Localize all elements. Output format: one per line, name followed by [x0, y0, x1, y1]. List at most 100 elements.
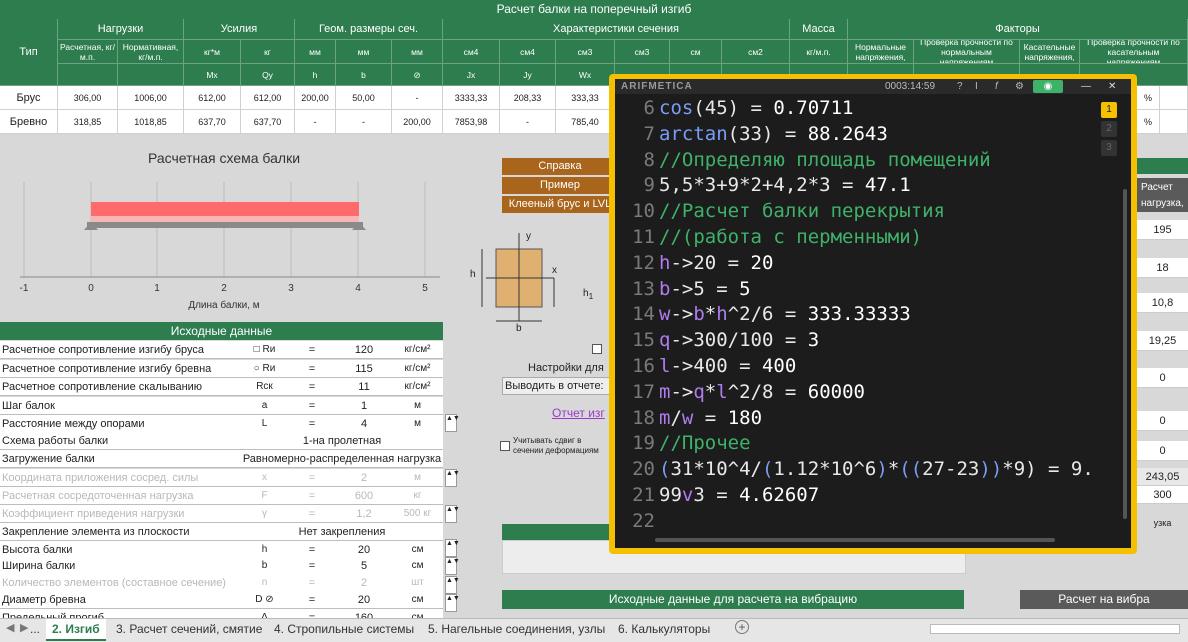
- window-title: Расчет балки на поперечный изгиб: [0, 0, 1188, 19]
- shear-checkbox[interactable]: [500, 441, 510, 451]
- scheme-title: Расчетная схема балки: [147, 150, 301, 166]
- height-spinner[interactable]: ▲▼: [445, 539, 460, 557]
- code-line[interactable]: 12 h->20 = 20: [615, 250, 773, 276]
- input-row-1-value[interactable]: 115: [336, 359, 392, 378]
- diam-spinner[interactable]: ▲▼: [445, 594, 460, 612]
- page-1-button[interactable]: 1: [1101, 102, 1117, 118]
- section-b-label: b: [516, 323, 522, 334]
- code-line[interactable]: 11//(работа с перменными): [615, 224, 922, 250]
- calculator-editor[interactable]: 6 cos(45) = 0.70711 7 arctan(33) = 88.2643 8…: [615, 95, 1095, 535]
- code-line[interactable]: 13 b->5 = 5: [615, 276, 750, 302]
- page-3-button[interactable]: 3: [1101, 140, 1117, 156]
- cursor-icon[interactable]: I: [975, 79, 978, 94]
- scheme-row-select[interactable]: 1-на пролетная: [241, 432, 443, 450]
- sheet-tab-3[interactable]: 4. Стропильные системы: [268, 619, 420, 641]
- code-line[interactable]: 6 cos(45) = 0.70711: [615, 95, 854, 121]
- disabled-row-1-value[interactable]: 600: [336, 487, 392, 505]
- input-row-2-value[interactable]: 11: [336, 378, 392, 396]
- sheet-scrollbar[interactable]: [930, 624, 1180, 634]
- code-line[interactable]: 9 5,5*3+9*2+4,2*3 = 47.1: [615, 172, 911, 198]
- disabled-row-2-symbol: γ: [241, 505, 288, 523]
- settings-icon[interactable]: ⚙: [1015, 79, 1024, 94]
- input-row-0-label: Расчетное сопротивление изгибу бруса: [0, 341, 241, 359]
- sheet-tab-5[interactable]: 6. Калькуляторы: [612, 619, 716, 641]
- input-row-1-label: Расчетное сопротивление изгибу бревна: [0, 359, 241, 378]
- code-token: 180: [727, 406, 763, 429]
- horizontal-scrollbar[interactable]: [655, 538, 1055, 542]
- middle-green-bar: [502, 524, 609, 540]
- disabled-row-2-value[interactable]: 1,2: [336, 505, 392, 523]
- span-spinner[interactable]: ▲▼: [445, 414, 460, 432]
- sub-header-14: Нормальные напряжения,: [848, 40, 914, 64]
- table-cell: -: [336, 110, 392, 134]
- function-icon[interactable]: f: [995, 79, 998, 94]
- sub-header-11: см: [670, 40, 722, 64]
- fix-row-select[interactable]: Нет закрепления: [241, 523, 443, 541]
- code-token: 3: [807, 329, 820, 352]
- force-spinner[interactable]: ▲▼: [445, 469, 460, 487]
- load-row-select[interactable]: Равномерно-распределенная нагрузка: [241, 450, 443, 468]
- input-row-3-value[interactable]: 1: [336, 396, 392, 415]
- code-line[interactable]: 8//Определяю площадь помещений: [615, 147, 991, 173]
- code-line[interactable]: 14 w->b*h^2/6 = 333.33333: [615, 301, 911, 327]
- code-line[interactable]: 21 99v3 = 4.62607: [615, 482, 819, 508]
- code-line[interactable]: 18 m/w = 180: [615, 405, 762, 431]
- width-spinner[interactable]: ▲▼: [445, 557, 460, 575]
- report-output-select[interactable]: Выводить в отчете:: [502, 377, 610, 395]
- code-line[interactable]: 19//Прочее: [615, 430, 750, 456]
- line-number: 14: [632, 303, 655, 326]
- help-icon[interactable]: ?: [957, 79, 963, 94]
- width-row-symbol: b: [241, 557, 288, 575]
- disabled-row-2-label: Коэффициент приведения нагрузки: [0, 505, 241, 523]
- example-button[interactable]: Пример: [502, 177, 618, 194]
- calculator-time: 0003:14:59: [885, 81, 936, 92]
- code-token: 60000: [807, 380, 865, 403]
- close-icon[interactable]: ✕: [1108, 79, 1116, 94]
- tab-nav-left[interactable]: ◀: [6, 621, 14, 634]
- code-line[interactable]: 7 arctan(33) = 88.2643: [615, 121, 888, 147]
- width-row-value[interactable]: 5: [336, 557, 392, 575]
- code-line[interactable]: 10//Расчет балки перекрытия: [615, 198, 945, 224]
- code-token: ^2/8 =: [727, 380, 808, 403]
- record-icon[interactable]: ◉: [1033, 80, 1063, 93]
- unit-header-1: [118, 64, 184, 86]
- sheet-tab-1[interactable]: 2. Изгиб: [46, 619, 106, 641]
- help-button[interactable]: Справка: [502, 158, 618, 175]
- sheet-tab-0[interactable]: ...: [24, 619, 46, 641]
- code-line[interactable]: 22: [615, 508, 659, 534]
- vertical-scrollbar[interactable]: [1123, 189, 1127, 519]
- option-checkbox[interactable]: [592, 344, 602, 354]
- load-row-label: Загружение балки: [0, 450, 241, 468]
- glued-beam-button[interactable]: Клееный брус и LVL: [502, 196, 618, 213]
- code-line[interactable]: 17 m->q*l^2/8 = 60000: [615, 379, 865, 405]
- scheme-tick-label: 3: [288, 283, 294, 294]
- minimize-icon[interactable]: —: [1081, 79, 1091, 94]
- code-line[interactable]: 16 l->400 = 400: [615, 353, 796, 379]
- calculator-window[interactable]: ARIFMETICA 0003:14:59 ? I f ⚙ ◉ — ✕ 6 cos…: [615, 79, 1131, 548]
- disabled-row-0-value[interactable]: 2: [336, 469, 392, 487]
- code-line[interactable]: 20 (31*10^4/(1.12*10^6)*((27-23))*9) = 9.: [615, 456, 1094, 482]
- code-line[interactable]: 15 q->300/100 = 3: [615, 327, 819, 353]
- calculator-titlebar[interactable]: ARIFMETICA 0003:14:59 ? I f ⚙ ◉ — ✕: [615, 79, 1131, 94]
- add-sheet-icon[interactable]: +: [735, 620, 749, 634]
- sheet-tab-2[interactable]: 3. Расчет сечений, смятие: [110, 619, 268, 641]
- scheme-tick-label: -1: [20, 283, 29, 294]
- sub-header-5: мм: [336, 40, 392, 64]
- disabled-row-0-symbol: x: [241, 469, 288, 487]
- sub-header-6: мм: [392, 40, 443, 64]
- page-2-button[interactable]: 2: [1101, 121, 1117, 137]
- coef-spinner[interactable]: ▲▼: [445, 505, 460, 523]
- count-row-value[interactable]: 2: [336, 574, 392, 592]
- count-spinner[interactable]: ▲▼: [445, 576, 460, 594]
- diam-row-value[interactable]: 20: [336, 591, 392, 609]
- input-row-4-value[interactable]: 4: [336, 415, 392, 433]
- report-link[interactable]: Отчет изг: [552, 406, 605, 420]
- code-token: 20: [750, 251, 774, 274]
- line-number: 7: [643, 122, 655, 145]
- sub-header-12: см2: [722, 40, 790, 64]
- input-row-0-value[interactable]: 120: [336, 341, 392, 359]
- code-token: l: [716, 380, 728, 403]
- col-type: Тип: [0, 19, 58, 86]
- right-total-2[interactable]: 300: [1137, 486, 1188, 504]
- sheet-tab-4[interactable]: 5. Нагельные соединения, узлы: [422, 619, 611, 641]
